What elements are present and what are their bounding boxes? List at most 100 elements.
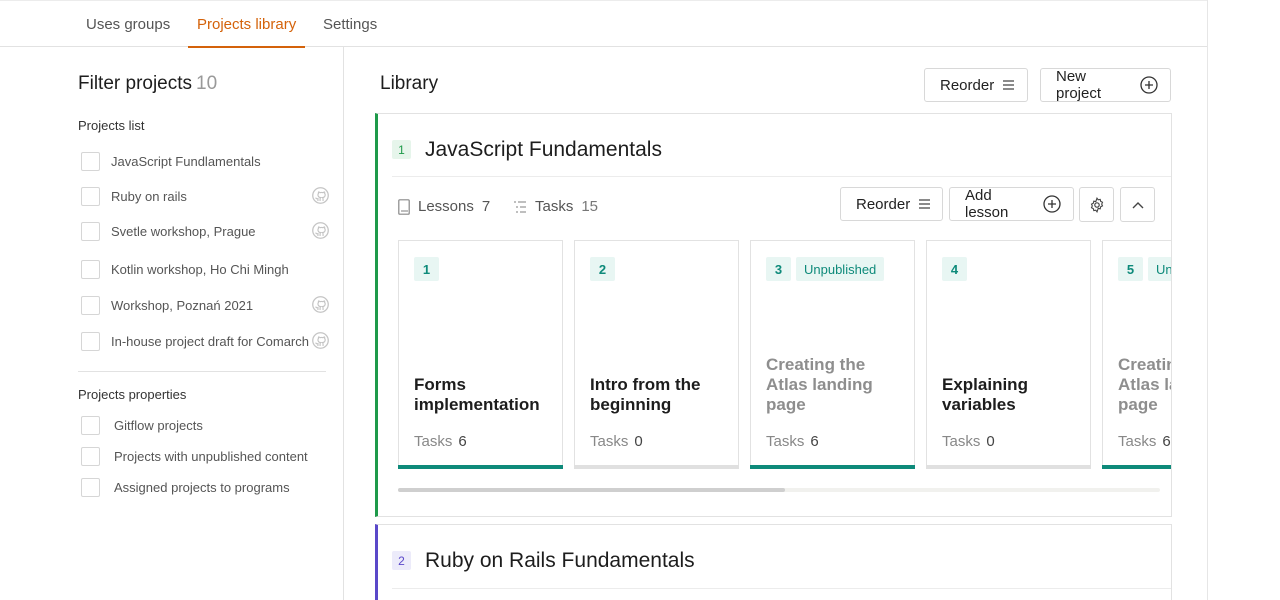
gear-icon bbox=[1090, 196, 1103, 213]
collapse-button[interactable] bbox=[1120, 187, 1155, 222]
lesson-tasks-count: 6 bbox=[458, 433, 467, 450]
lesson-number: 2 bbox=[590, 257, 615, 281]
filter-count: 10 bbox=[196, 73, 218, 94]
lesson-card[interactable]: 2 Intro from the beginning Tasks 0 bbox=[574, 240, 739, 469]
project-number: 1 bbox=[392, 140, 411, 159]
lesson-number: 5 bbox=[1118, 257, 1143, 281]
project-filter-label: Workshop, Poznań 2021 bbox=[111, 297, 254, 313]
project-filter-item[interactable]: Ruby on rails bbox=[81, 185, 329, 207]
github-icon bbox=[312, 332, 329, 349]
lesson-tasks-count: 6 bbox=[810, 433, 819, 450]
lesson-tasks: Tasks 6 bbox=[1118, 433, 1171, 450]
project-settings-button[interactable] bbox=[1079, 187, 1114, 222]
checkbox[interactable] bbox=[81, 151, 100, 171]
tab-settings[interactable]: Settings bbox=[314, 1, 386, 48]
project-filter-label: Kotlin workshop, Ho Chi Mingh bbox=[111, 261, 289, 277]
property-filter-label: Assigned projects to programs bbox=[114, 479, 290, 495]
property-filter-item[interactable]: Gitflow projects bbox=[81, 414, 329, 436]
lesson-card[interactable]: 5 Unpublished Creating the Atlas landing… bbox=[1102, 240, 1171, 469]
property-filter-item[interactable]: Assigned projects to programs bbox=[81, 476, 329, 498]
unpublished-badge: Unpublished bbox=[796, 257, 885, 281]
lesson-card[interactable]: 1 Forms implementation Tasks 6 bbox=[398, 240, 563, 469]
github-icon bbox=[312, 187, 329, 204]
lesson-status-bar bbox=[926, 465, 1091, 469]
tab-uses-groups[interactable]: Uses groups bbox=[77, 1, 179, 48]
add-lesson-label: Add lesson bbox=[965, 187, 1009, 221]
plus-circle-icon bbox=[1043, 195, 1061, 213]
project-card: 1 JavaScript Fundamentals Lessons 7 Task… bbox=[375, 113, 1172, 517]
lesson-number: 1 bbox=[414, 257, 439, 281]
project-filter-item[interactable]: Svetle workshop, Prague bbox=[81, 220, 329, 242]
lesson-status-bar bbox=[1102, 465, 1171, 469]
chevron-up-icon bbox=[1132, 201, 1143, 208]
lesson-title: Explaining variables bbox=[942, 375, 1028, 414]
unpublished-badge: Unpublished bbox=[1148, 257, 1171, 281]
lesson-card[interactable]: 3 Unpublished Creating the Atlas landing… bbox=[750, 240, 915, 469]
lesson-number: 4 bbox=[942, 257, 967, 281]
checkbox[interactable] bbox=[81, 259, 100, 279]
checkbox[interactable] bbox=[81, 295, 100, 315]
reorder-projects-button[interactable]: Reorder bbox=[924, 68, 1028, 102]
lesson-status-bar bbox=[750, 465, 915, 469]
filter-title: Filter projects 10 bbox=[78, 73, 217, 95]
lesson-tasks: Tasks 6 bbox=[766, 433, 819, 450]
project-filter-item[interactable]: Kotlin workshop, Ho Chi Mingh bbox=[81, 258, 329, 280]
projects-list-label: Projects list bbox=[78, 118, 145, 133]
new-project-label: New project bbox=[1056, 68, 1102, 102]
plus-circle-icon bbox=[1140, 76, 1158, 94]
checkbox[interactable] bbox=[81, 186, 100, 206]
reorder-label: Reorder bbox=[856, 195, 911, 213]
lesson-title: Creating the Atlas landing page bbox=[1118, 355, 1171, 414]
reorder-lessons-button[interactable]: Reorder bbox=[840, 187, 943, 221]
property-filter-label: Projects with unpublished content bbox=[114, 448, 308, 464]
project-title[interactable]: JavaScript Fundamentals bbox=[425, 138, 662, 162]
lesson-tasks-count: 0 bbox=[986, 433, 995, 450]
project-title[interactable]: Ruby on Rails Fundamentals bbox=[425, 549, 695, 573]
project-filter-item[interactable]: Workshop, Poznań 2021 bbox=[81, 294, 329, 316]
project-filter-item[interactable]: In-house project draft for Comarch bbox=[81, 330, 329, 352]
content-right-border bbox=[1207, 0, 1208, 600]
tasks-value: 15 bbox=[581, 198, 599, 215]
lessons-value: 7 bbox=[481, 198, 491, 215]
new-project-button[interactable]: New project bbox=[1040, 68, 1171, 102]
tasks-label: Tasks bbox=[535, 198, 574, 215]
github-icon bbox=[312, 296, 329, 313]
lesson-title: Creating the Atlas landing page bbox=[766, 355, 873, 414]
scrollbar-thumb[interactable] bbox=[398, 488, 785, 492]
filter-title-text: Filter projects bbox=[78, 73, 193, 94]
property-filter-item[interactable]: Projects with unpublished content bbox=[81, 445, 329, 467]
lesson-status-bar bbox=[574, 465, 739, 469]
top-tabs: Uses groups Projects library Settings bbox=[0, 0, 1208, 48]
project-filter-label: JavaScript Fundlamentals bbox=[111, 153, 261, 169]
property-filter-label: Gitflow projects bbox=[114, 417, 203, 433]
checkbox[interactable] bbox=[81, 221, 100, 241]
lesson-tasks-label: Tasks bbox=[1118, 433, 1157, 450]
tab-projects-library[interactable]: Projects library bbox=[188, 1, 306, 48]
lesson-tasks: Tasks 6 bbox=[414, 433, 467, 450]
lesson-tasks-label: Tasks bbox=[414, 433, 453, 450]
lesson-tasks: Tasks 0 bbox=[942, 433, 995, 450]
project-filter-label: Svetle workshop, Prague bbox=[111, 223, 256, 239]
lesson-tasks-label: Tasks bbox=[942, 433, 981, 450]
project-number: 2 bbox=[392, 551, 411, 570]
project-filter-label: Ruby on rails bbox=[111, 188, 187, 204]
lesson-tasks-count: 0 bbox=[634, 433, 643, 450]
menu-lines-icon bbox=[1003, 80, 1015, 90]
menu-lines-icon bbox=[919, 199, 931, 209]
library-title: Library bbox=[380, 73, 439, 94]
checkbox[interactable] bbox=[81, 331, 100, 351]
checkbox[interactable] bbox=[81, 446, 100, 466]
lessons-count: Lessons 7 bbox=[398, 198, 490, 215]
lesson-card[interactable]: 4 Explaining variables Tasks 0 bbox=[926, 240, 1091, 469]
project-divider bbox=[392, 176, 1171, 177]
lesson-title: Forms implementation bbox=[414, 375, 540, 414]
list-icon bbox=[514, 200, 526, 213]
lesson-number: 3 bbox=[766, 257, 791, 281]
add-lesson-button[interactable]: Add lesson bbox=[949, 187, 1074, 221]
checkbox[interactable] bbox=[81, 415, 100, 435]
lesson-tasks-label: Tasks bbox=[590, 433, 629, 450]
checkbox[interactable] bbox=[81, 477, 100, 497]
project-card: 2 Ruby on Rails Fundamentals bbox=[375, 524, 1172, 600]
project-filter-item[interactable]: JavaScript Fundlamentals bbox=[81, 150, 329, 172]
lesson-status-bar bbox=[398, 465, 563, 469]
